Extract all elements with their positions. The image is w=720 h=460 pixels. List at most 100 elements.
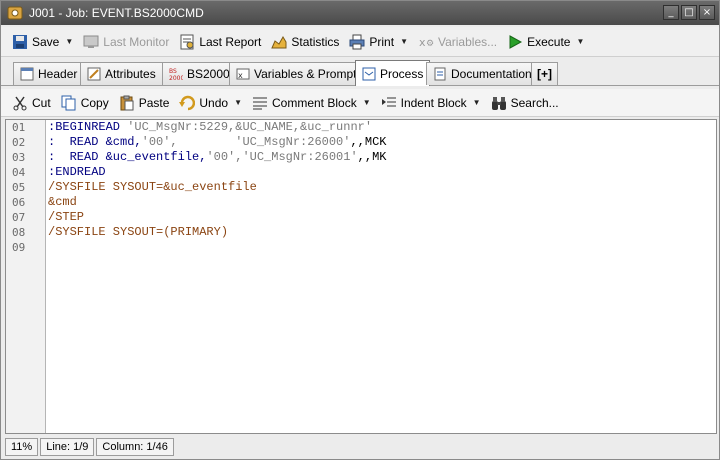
code-keyword: : READ &cmd,: [48, 135, 142, 149]
zoom-status: 11%: [5, 438, 39, 456]
code-string: '00', 'UC_MsgNr:26000': [141, 135, 351, 149]
comment-block-icon: [253, 97, 267, 109]
process-icon: [362, 67, 376, 80]
copy-icon: [61, 95, 76, 110]
comment-block-button[interactable]: Comment Block ▼: [249, 91, 374, 115]
svg-text:x: x: [238, 71, 243, 80]
undo-label: Undo: [199, 95, 229, 110]
bs2000-icon: BS2000: [169, 68, 183, 81]
code-keyword: :BEGINREAD: [48, 120, 128, 134]
job-window: J001 - Job: EVENT.BS2000CMD _ □ × Save ▼…: [0, 0, 720, 460]
code-jcl: /STEP: [48, 210, 85, 224]
last-report-button[interactable]: Last Report: [176, 30, 264, 54]
code-area[interactable]: :BEGINREAD 'UC_MsgNr:5229,&UC_NAME,&uc_r…: [46, 120, 716, 433]
chevron-down-icon[interactable]: ▼: [400, 37, 408, 46]
tab-attributes[interactable]: Attributes: [80, 62, 163, 85]
status-bar: 11% Line: 1/9 Column: 1/46: [1, 435, 719, 459]
tab-label: Process: [380, 66, 424, 81]
paste-icon: [120, 95, 134, 110]
line-number: 01: [12, 121, 26, 134]
code-line: : READ &cmd,'00', 'UC_MsgNr:26000',,MCK: [48, 135, 386, 150]
window-title: J001 - Job: EVENT.BS2000CMD: [29, 6, 204, 20]
chevron-down-icon[interactable]: ▼: [473, 98, 481, 107]
scissors-icon: [13, 96, 27, 110]
cut-button[interactable]: Cut: [9, 91, 54, 115]
tab-documentation[interactable]: Documentation: [426, 62, 539, 85]
line-number: 08: [12, 226, 26, 239]
indent-block-button[interactable]: Indent Block ▼: [378, 91, 484, 115]
tab-label: Header: [38, 67, 78, 81]
search-label: Search...: [510, 95, 559, 110]
indent-icon: [381, 97, 396, 106]
code-editor[interactable]: 01 02 03 04 05 06 07 08 09 :BEGINREAD 'U…: [5, 119, 717, 434]
code-line: :ENDREAD: [48, 165, 106, 180]
chevron-down-icon[interactable]: ▼: [576, 37, 584, 46]
column-status: Column: 1/46: [96, 438, 174, 456]
tab-add[interactable]: [+]: [531, 62, 558, 85]
minimize-button[interactable]: _: [663, 5, 679, 20]
print-button[interactable]: Print ▼: [346, 30, 411, 54]
maximize-button[interactable]: □: [681, 5, 697, 20]
print-label: Print: [369, 34, 395, 49]
close-button[interactable]: ×: [699, 5, 715, 20]
printer-icon: [349, 34, 365, 49]
code-jcl: &cmd: [48, 195, 77, 209]
floppy-icon: [13, 34, 27, 49]
line-number: 04: [12, 166, 26, 179]
tab-label: Variables & Prompts: [254, 67, 363, 81]
code-line: /SYSFILE SYSOUT=(PRIMARY): [48, 225, 228, 240]
paste-button[interactable]: Paste: [116, 91, 173, 115]
main-toolbar: Save ▼ Last Monitor Last Report Statisti…: [1, 27, 719, 57]
attributes-icon: [87, 67, 101, 81]
undo-icon: [179, 95, 196, 110]
undo-button[interactable]: Undo ▼: [176, 91, 245, 115]
copy-button[interactable]: Copy: [58, 91, 112, 115]
search-button[interactable]: Search...: [488, 91, 562, 115]
tab-variables-prompts[interactable]: x Variables & Prompts: [229, 62, 370, 85]
variables-icon: x ⚙: [419, 36, 434, 49]
svg-text:2000: 2000: [169, 75, 183, 81]
svg-text:⚙: ⚙: [426, 39, 434, 49]
tab-process[interactable]: Process: [355, 60, 431, 86]
add-tab-icon: [+]: [537, 67, 552, 81]
save-button[interactable]: Save ▼: [9, 30, 76, 54]
svg-text:BS: BS: [169, 68, 177, 75]
chevron-down-icon[interactable]: ▼: [234, 98, 242, 107]
tab-label: Attributes: [105, 67, 156, 81]
chevron-down-icon[interactable]: ▼: [363, 98, 371, 107]
indent-block-label: Indent Block: [400, 95, 467, 110]
line-number: 02: [12, 136, 26, 149]
code-string: 'UC_MsgNr:5229,&UC_NAME,&uc_runnr': [127, 120, 373, 134]
statistics-label: Statistics: [291, 34, 340, 49]
tab-header[interactable]: Header: [13, 62, 85, 85]
edit-toolbar: Cut Copy Paste Undo ▼ Comment Block ▼ In…: [1, 89, 719, 117]
title-bar: J001 - Job: EVENT.BS2000CMD _ □ ×: [1, 1, 719, 25]
line-number: 05: [12, 181, 26, 194]
last-monitor-button[interactable]: Last Monitor: [80, 30, 172, 54]
code-keyword: :ENDREAD: [48, 165, 106, 179]
monitor-icon: [83, 35, 99, 48]
chevron-down-icon[interactable]: ▼: [65, 37, 73, 46]
execute-label: Execute: [527, 34, 571, 49]
statistics-button[interactable]: Statistics: [268, 30, 342, 54]
job-icon: [7, 6, 23, 20]
report-icon: [180, 34, 194, 49]
execute-button[interactable]: Execute ▼: [504, 30, 587, 54]
statistics-icon: [271, 35, 287, 48]
variables-icon: x: [236, 68, 250, 80]
variables-button[interactable]: x ⚙ Variables...: [415, 30, 500, 54]
play-icon: [509, 34, 523, 49]
tab-bar: Header Attributes BS 2000 BS2000 x Variab…: [1, 58, 719, 86]
cut-label: Cut: [32, 95, 51, 110]
copy-label: Copy: [80, 95, 109, 110]
code-line: /SYSFILE SYSOUT=&uc_eventfile: [48, 180, 257, 195]
documentation-icon: [434, 67, 446, 81]
code-line: &cmd: [48, 195, 77, 210]
paste-label: Paste: [138, 95, 170, 110]
variables-label: Variables...: [437, 34, 498, 49]
tab-bs2000[interactable]: BS 2000 BS2000: [162, 62, 237, 85]
comment-block-label: Comment Block: [272, 95, 357, 110]
binoculars-icon: [491, 96, 506, 110]
tab-label: BS2000: [187, 67, 230, 81]
svg-text:x: x: [419, 36, 426, 49]
